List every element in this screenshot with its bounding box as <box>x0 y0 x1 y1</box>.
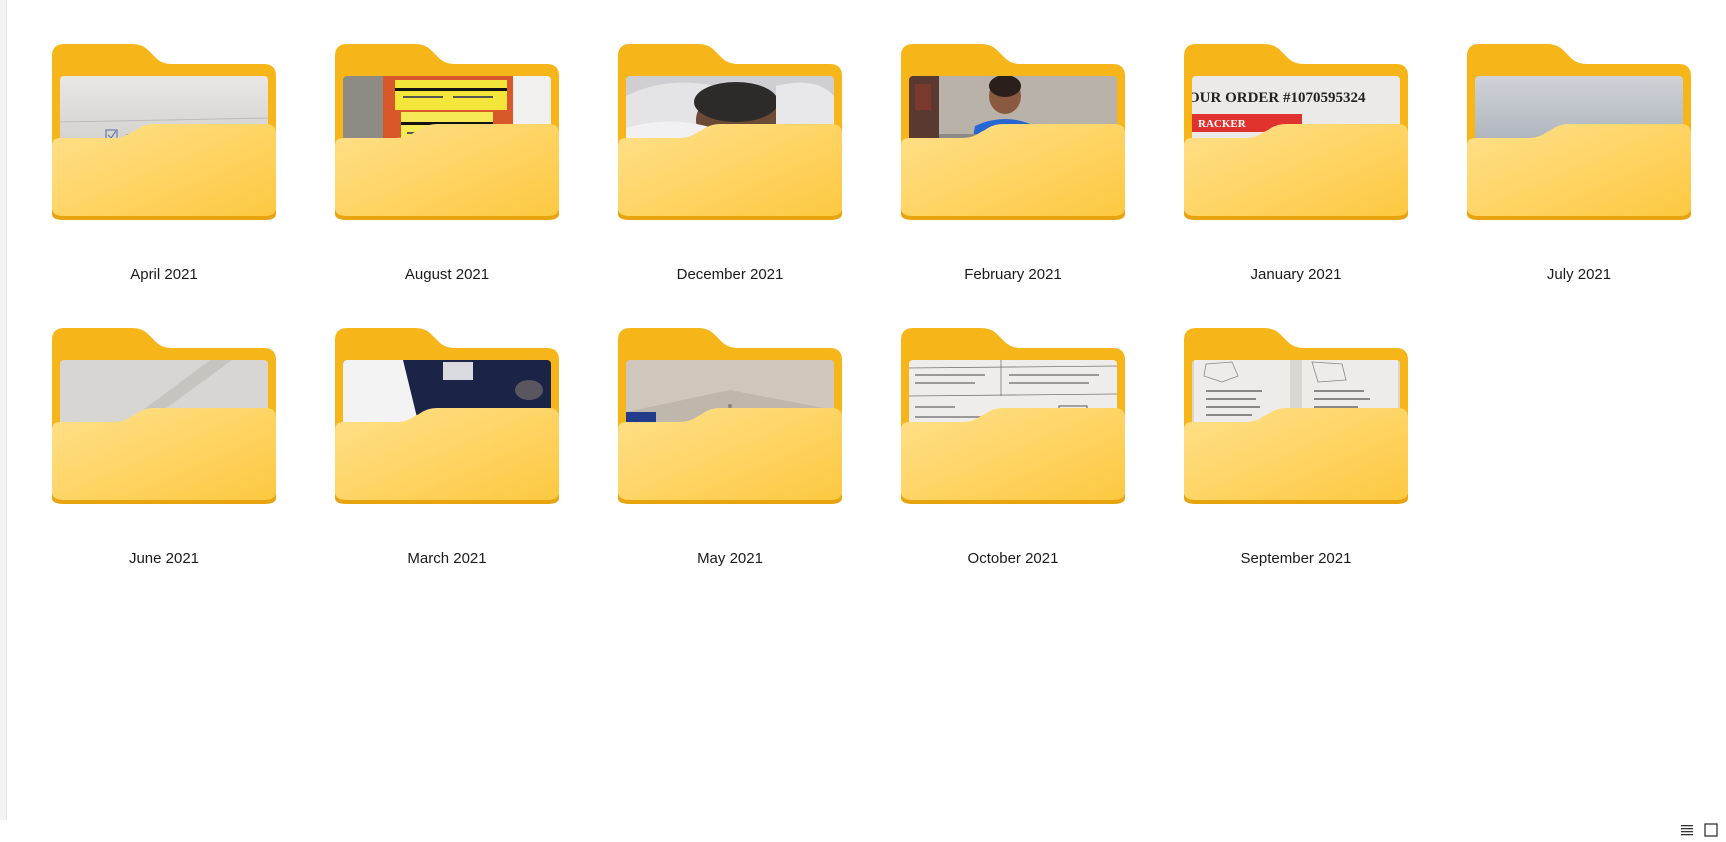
folder-name: December 2021 <box>676 266 784 283</box>
folder-icon: OUR ORDER #1070595324 RACKER rority <box>1184 44 1408 220</box>
folder-name: June 2021 <box>128 550 200 567</box>
folder-icon <box>1467 44 1691 220</box>
folder-item[interactable]: December 2021 <box>618 44 842 300</box>
navigation-pane-edge <box>0 0 7 820</box>
folder-name: July 2021 <box>1546 266 1612 283</box>
folder-name: January 2021 <box>1250 266 1342 283</box>
folder-item[interactable]: August 2021 <box>335 44 559 300</box>
folder-item[interactable]: October 2021 <box>901 328 1125 584</box>
folder-icon <box>335 44 559 220</box>
folder-name: August 2021 <box>404 266 490 283</box>
folder-name: April 2021 <box>130 266 198 283</box>
folder-icon <box>618 328 842 504</box>
folder-icon <box>335 328 559 504</box>
folder-icon <box>1184 328 1408 504</box>
folder-item[interactable]: February 2021 <box>901 44 1125 300</box>
folder-name: February 2021 <box>964 266 1062 283</box>
folder-icon: SIH <box>52 328 276 504</box>
folder-icon <box>618 44 842 220</box>
folder-name: September 2021 <box>1240 550 1352 567</box>
folder-name: March 2021 <box>407 550 487 567</box>
folder-icon <box>901 328 1125 504</box>
folder-item[interactable]: April 2021 <box>52 44 276 300</box>
folder-item[interactable]: September 2021 <box>1184 328 1408 584</box>
folder-name: October 2021 <box>967 550 1059 567</box>
status-bar <box>1646 818 1726 842</box>
folder-item[interactable]: SIH June 2021 <box>52 328 276 584</box>
folder-item[interactable]: July 2021 <box>1467 44 1691 300</box>
folder-icon <box>901 44 1125 220</box>
folder-grid: April 2021 August 2021 December 2021 Feb… <box>52 44 1691 584</box>
large-icons-view-icon[interactable] <box>1702 821 1720 839</box>
folder-item[interactable]: OUR ORDER #1070595324 RACKER rority Janu… <box>1184 44 1408 300</box>
folder-item[interactable]: March 2021 <box>335 328 559 584</box>
folder-item[interactable]: May 2021 <box>618 328 842 584</box>
folder-name: May 2021 <box>697 550 763 567</box>
file-explorer-content: April 2021 August 2021 December 2021 Feb… <box>0 0 1726 842</box>
details-view-icon[interactable] <box>1678 821 1696 839</box>
folder-icon <box>52 44 276 220</box>
